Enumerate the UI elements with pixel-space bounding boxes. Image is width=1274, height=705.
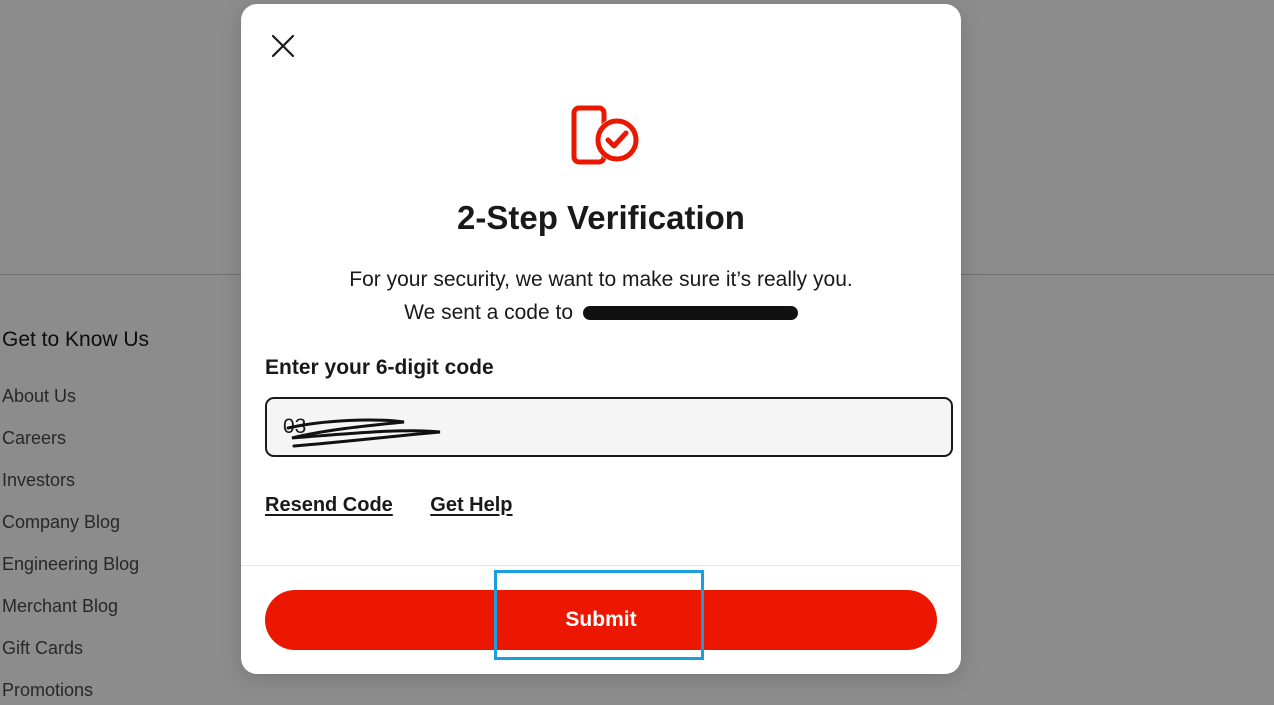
description-code-sent: We sent a code to — [404, 301, 574, 324]
redacted-phone-number — [582, 306, 798, 321]
phone-check-icon — [571, 105, 639, 165]
submit-button[interactable]: Submit — [265, 590, 937, 650]
description-line-1: For your security, we want to make sure … — [349, 268, 853, 291]
verification-modal: 2-Step Verification For your security, w… — [241, 4, 961, 674]
resend-code-link[interactable]: Resend Code — [265, 494, 393, 516]
get-help-link[interactable]: Get Help — [430, 494, 512, 516]
close-button[interactable] — [265, 28, 301, 64]
modal-title: 2-Step Verification — [457, 199, 745, 236]
close-icon — [271, 34, 295, 58]
modal-footer-divider — [241, 565, 961, 566]
code-label: Enter your 6-digit code — [265, 356, 494, 379]
modal-description: For your security, we want to make sure … — [241, 263, 961, 329]
help-links: Resend Code Get Help — [265, 494, 546, 517]
code-input[interactable] — [265, 397, 953, 457]
description-line-2: We sent a code to — [241, 296, 961, 329]
